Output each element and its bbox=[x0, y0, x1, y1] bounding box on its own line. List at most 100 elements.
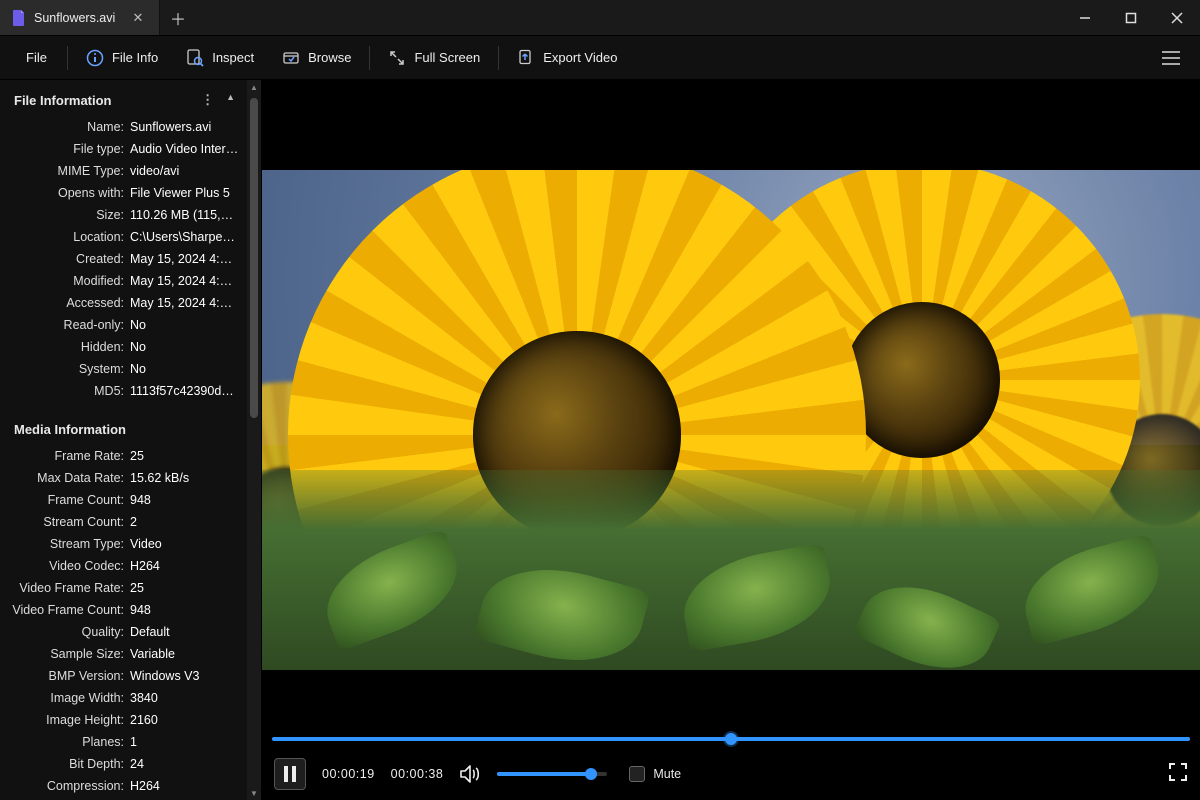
video-viewport[interactable] bbox=[262, 80, 1200, 730]
info-key: Opens with: bbox=[0, 184, 128, 202]
info-key: Name: bbox=[0, 118, 128, 136]
info-key: Video Codec: bbox=[0, 557, 128, 575]
info-key: Image Width: bbox=[0, 689, 128, 707]
info-row: Opens with:File Viewer Plus 5 bbox=[0, 182, 247, 204]
info-row: Image Width:3840 bbox=[0, 687, 247, 709]
titlebar: Sunflowers.avi ✕ ＋ bbox=[0, 0, 1200, 36]
scroll-up-icon[interactable]: ▲ bbox=[247, 80, 261, 94]
pause-button[interactable] bbox=[274, 758, 306, 790]
info-value: 948 bbox=[128, 601, 239, 619]
info-key: Accessed: bbox=[0, 294, 128, 312]
info-value: 110.26 MB (115,618,362 by... bbox=[128, 206, 239, 224]
inspect-button[interactable]: Inspect bbox=[172, 43, 268, 73]
info-row: Stream Type:Video bbox=[0, 533, 247, 555]
info-row: MIME Type:video/avi bbox=[0, 160, 247, 182]
info-key: Video Frame Count: bbox=[0, 601, 128, 619]
info-key: Size: bbox=[0, 206, 128, 224]
file-menu[interactable]: File bbox=[10, 44, 63, 71]
info-value: Audio Video Interleave Fil... bbox=[128, 140, 239, 158]
info-row: Video Codec:H264 bbox=[0, 555, 247, 577]
info-value: Video bbox=[128, 535, 239, 553]
info-row: Quality:Default bbox=[0, 621, 247, 643]
file-info-rows: Name:Sunflowers.aviFile type:Audio Video… bbox=[0, 116, 247, 402]
sidebar-scrollbar[interactable]: ▲ ▼ bbox=[247, 80, 261, 800]
info-row: Bit Depth:24 bbox=[0, 753, 247, 775]
info-key: Quality: bbox=[0, 623, 128, 641]
info-row: Location:C:\Users\SharpenedProdu... bbox=[0, 226, 247, 248]
mute-checkbox[interactable] bbox=[629, 766, 645, 782]
info-key: Compression: bbox=[0, 777, 128, 795]
player-controls: 00:00:19 00:00:38 Mute bbox=[262, 748, 1200, 800]
minimize-button[interactable] bbox=[1062, 0, 1108, 35]
tab[interactable]: Sunflowers.avi ✕ bbox=[0, 0, 160, 35]
seek-bar[interactable] bbox=[262, 730, 1200, 748]
info-value: File Viewer Plus 5 bbox=[128, 184, 239, 202]
browse-icon bbox=[282, 49, 300, 67]
pause-icon bbox=[283, 766, 297, 782]
scroll-thumb[interactable] bbox=[250, 98, 258, 418]
info-key: Stream Type: bbox=[0, 535, 128, 553]
info-row: Stream Count:2 bbox=[0, 511, 247, 533]
expand-button[interactable] bbox=[1168, 762, 1188, 787]
expand-icon bbox=[1168, 762, 1188, 782]
browse-button[interactable]: Browse bbox=[268, 43, 365, 73]
info-key: Max Data Rate: bbox=[0, 469, 128, 487]
seek-thumb[interactable] bbox=[725, 733, 737, 745]
toolbar: File File Info Inspect Browse Full Scree… bbox=[0, 36, 1200, 80]
info-value: No bbox=[128, 316, 239, 334]
volume-slider[interactable] bbox=[497, 772, 607, 776]
section-collapse-icon[interactable]: ▲ bbox=[226, 92, 235, 108]
info-key: File type: bbox=[0, 140, 128, 158]
info-value: 25 bbox=[128, 447, 239, 465]
file-info-section-header: File Information ⋮ ▲ bbox=[0, 86, 247, 116]
info-row: Name:Sunflowers.avi bbox=[0, 116, 247, 138]
sidebar-content[interactable]: File Information ⋮ ▲ Name:Sunflowers.avi… bbox=[0, 80, 247, 800]
media-info-section-header: Media Information bbox=[0, 416, 247, 445]
info-value: 3840 bbox=[128, 689, 239, 707]
info-key: Planes: bbox=[0, 733, 128, 751]
info-row: Created:May 15, 2024 4:40 PM bbox=[0, 248, 247, 270]
export-video-button[interactable]: Export Video bbox=[503, 43, 631, 73]
info-key: Read-only: bbox=[0, 316, 128, 334]
info-key: Location: bbox=[0, 228, 128, 246]
info-key: Video Frame Rate: bbox=[0, 579, 128, 597]
info-key: Modified: bbox=[0, 272, 128, 290]
video-frame bbox=[262, 170, 1200, 670]
info-key: Created: bbox=[0, 250, 128, 268]
info-row: Size:110.26 MB (115,618,362 by... bbox=[0, 204, 247, 226]
info-row: Planes:1 bbox=[0, 731, 247, 753]
maximize-button[interactable] bbox=[1108, 0, 1154, 35]
tab-close-button[interactable]: ✕ bbox=[129, 10, 147, 26]
close-window-button[interactable] bbox=[1154, 0, 1200, 35]
full-screen-button[interactable]: Full Screen bbox=[374, 43, 494, 73]
section-menu-icon[interactable]: ⋮ bbox=[201, 92, 214, 108]
export-icon bbox=[517, 49, 535, 67]
info-value: C:\Users\SharpenedProdu... bbox=[128, 228, 239, 246]
info-value: 2160 bbox=[128, 711, 239, 729]
info-value: H264 bbox=[128, 777, 239, 795]
info-key: System: bbox=[0, 360, 128, 378]
volume-thumb[interactable] bbox=[585, 768, 597, 780]
info-key: Frame Rate: bbox=[0, 447, 128, 465]
info-row: File type:Audio Video Interleave Fil... bbox=[0, 138, 247, 160]
scroll-down-icon[interactable]: ▼ bbox=[247, 786, 261, 800]
info-value: video/avi bbox=[128, 162, 239, 180]
info-value: May 15, 2024 4:40 PM bbox=[128, 250, 239, 268]
info-row: System:No bbox=[0, 358, 247, 380]
time-current: 00:00:19 bbox=[322, 767, 375, 781]
info-row: Modified:May 15, 2024 4:39 PM bbox=[0, 270, 247, 292]
inspect-icon bbox=[186, 49, 204, 67]
fullscreen-icon bbox=[388, 49, 406, 67]
mute-label: Mute bbox=[653, 767, 681, 781]
menu-button[interactable] bbox=[1152, 39, 1190, 77]
media-info-rows: Frame Rate:25Max Data Rate:15.62 kB/sFra… bbox=[0, 445, 247, 800]
info-row: Max Data Rate:15.62 kB/s bbox=[0, 467, 247, 489]
info-row: Video Frame Count:948 bbox=[0, 599, 247, 621]
info-value: Variable bbox=[128, 645, 239, 663]
info-value: Default bbox=[128, 623, 239, 641]
info-key: MIME Type: bbox=[0, 162, 128, 180]
file-info-button[interactable]: File Info bbox=[72, 43, 172, 73]
volume-icon[interactable] bbox=[459, 763, 481, 785]
info-key: BMP Version: bbox=[0, 667, 128, 685]
new-tab-button[interactable]: ＋ bbox=[160, 0, 196, 35]
